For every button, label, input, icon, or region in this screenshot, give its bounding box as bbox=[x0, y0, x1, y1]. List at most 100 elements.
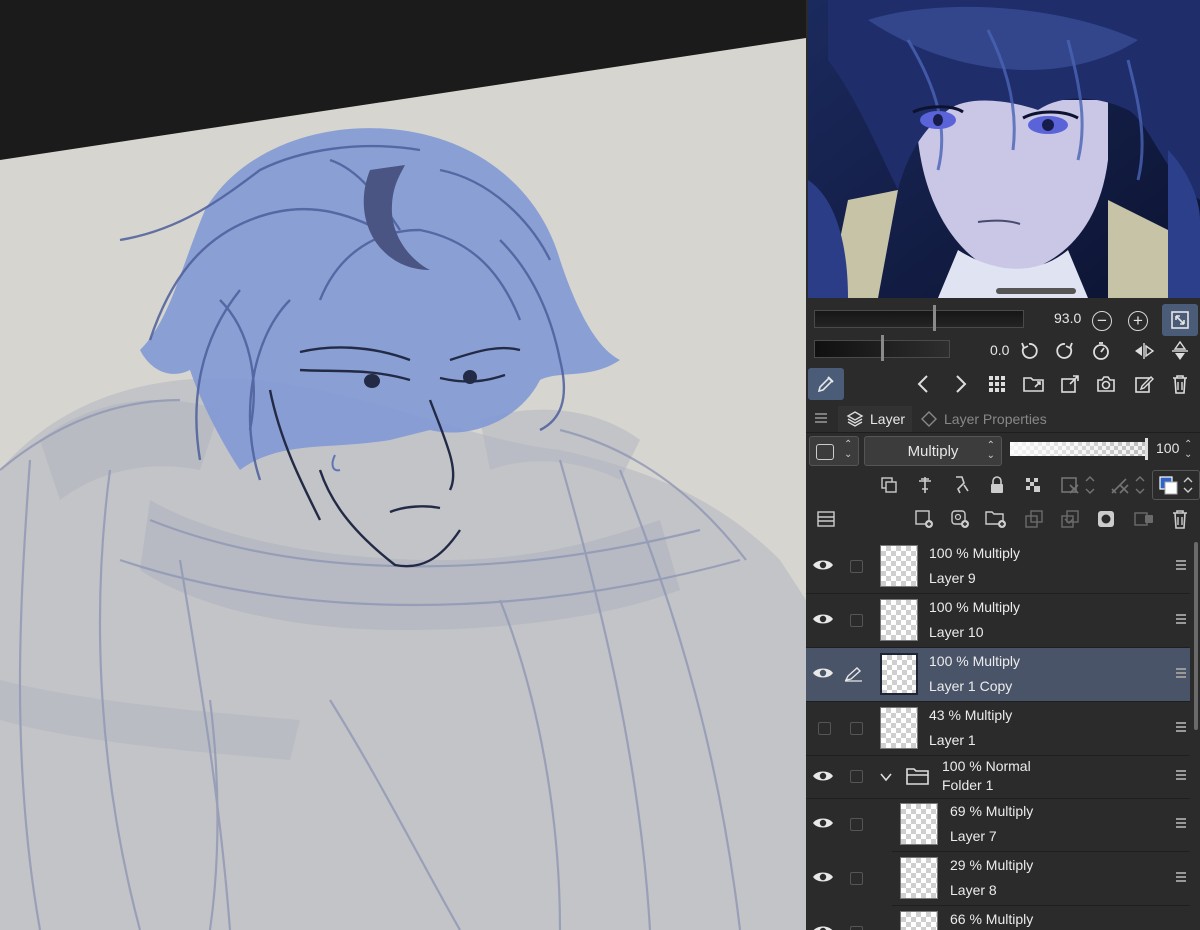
fit-view-icon[interactable] bbox=[1162, 304, 1198, 336]
create-layer-mask-icon[interactable] bbox=[1094, 508, 1118, 530]
rotate-right-icon[interactable] bbox=[1054, 340, 1076, 362]
visibility-eye-icon[interactable] bbox=[812, 923, 834, 930]
blend-mode-value: Multiply bbox=[907, 442, 959, 460]
drawing-canvas[interactable] bbox=[0, 0, 806, 930]
folder-row[interactable]: 100 % Normal Folder 1 bbox=[806, 756, 1190, 799]
clip-to-layer-below-icon[interactable] bbox=[878, 474, 900, 496]
reference-image bbox=[808, 0, 1200, 298]
zoom-slider[interactable] bbox=[814, 305, 1024, 331]
visibility-eye-icon[interactable] bbox=[812, 815, 834, 831]
open-folder-icon[interactable] bbox=[1022, 373, 1046, 395]
zoom-row: 93.0 − + bbox=[806, 304, 1200, 336]
flip-horizontal-icon[interactable] bbox=[1132, 340, 1156, 362]
layers-icon bbox=[846, 411, 864, 427]
layer-row[interactable]: 66 % Multiply bbox=[813, 906, 1190, 930]
reset-rotation-icon[interactable] bbox=[1090, 340, 1112, 362]
visibility-eye-icon[interactable] bbox=[812, 611, 834, 627]
layer-select-checkbox[interactable] bbox=[850, 560, 863, 573]
visibility-eye-icon[interactable] bbox=[812, 665, 834, 681]
new-raster-layer-icon[interactable] bbox=[912, 508, 936, 530]
grid-icon[interactable] bbox=[986, 373, 1008, 395]
navigator-scrollbar[interactable] bbox=[996, 288, 1076, 294]
visibility-eye-icon[interactable] bbox=[812, 768, 834, 784]
chevron-right-icon[interactable] bbox=[952, 373, 970, 395]
layer-info: 29 % Multiply bbox=[950, 857, 1034, 873]
palette-menu-icon[interactable] bbox=[814, 410, 828, 426]
drag-handle-icon[interactable] bbox=[1176, 818, 1186, 828]
layer-info: 100 % Normal bbox=[942, 758, 1031, 774]
apply-mask-icon[interactable] bbox=[1132, 508, 1156, 530]
layer-palette-settings-icon[interactable] bbox=[814, 508, 838, 530]
import-image-icon[interactable] bbox=[1058, 373, 1082, 395]
drag-handle-icon[interactable] bbox=[1176, 722, 1186, 732]
drag-handle-icon[interactable] bbox=[1176, 872, 1186, 882]
reference-layer-icon[interactable] bbox=[914, 474, 936, 496]
new-folder-icon[interactable] bbox=[984, 508, 1008, 530]
transfer-to-lower-layer-icon[interactable] bbox=[1022, 508, 1046, 530]
draft-layer-icon[interactable] bbox=[950, 474, 972, 496]
blend-mode-select[interactable]: Multiply ⌃ ⌄ bbox=[864, 436, 1002, 466]
rotation-slider[interactable] bbox=[814, 335, 950, 361]
opacity-stepper-icon[interactable]: ⌃ ⌄ bbox=[1184, 440, 1192, 460]
lock-layer-icon[interactable] bbox=[986, 474, 1008, 496]
opacity-slider[interactable] bbox=[1010, 438, 1148, 460]
layer-thumbnail bbox=[900, 911, 938, 930]
visibility-toggle-off[interactable] bbox=[818, 722, 831, 735]
layer-options-row bbox=[806, 470, 1200, 500]
layer-list-scrollbar[interactable] bbox=[1194, 542, 1198, 730]
delete-reference-icon[interactable] bbox=[1168, 373, 1192, 395]
new-vector-layer-icon[interactable] bbox=[948, 508, 972, 530]
combine-to-layer-below-icon[interactable] bbox=[1058, 508, 1082, 530]
visibility-eye-icon[interactable] bbox=[812, 557, 834, 573]
layer-select-checkbox[interactable] bbox=[850, 872, 863, 885]
lock-transparent-icon[interactable] bbox=[1022, 474, 1044, 496]
eyedropper-icon[interactable] bbox=[808, 368, 844, 400]
layer-properties-icon bbox=[921, 411, 937, 427]
layer-select-checkbox[interactable] bbox=[850, 614, 863, 627]
expression-color-toggle[interactable]: ⌃ ⌄ bbox=[809, 436, 859, 466]
layer-select-checkbox[interactable] bbox=[850, 770, 863, 783]
visibility-eye-icon[interactable] bbox=[812, 869, 834, 885]
layer-palette-tabs: Layer Layer Properties bbox=[806, 406, 1200, 433]
layer-thumbnail bbox=[900, 803, 938, 845]
layer-commands-row bbox=[806, 506, 1200, 534]
layer-select-checkbox[interactable] bbox=[850, 926, 863, 930]
zoom-slider-knob[interactable] bbox=[933, 305, 936, 331]
mask-toggle-icon[interactable] bbox=[1058, 474, 1098, 496]
tab-layer-properties[interactable]: Layer Properties bbox=[920, 406, 1047, 432]
edit-image-icon[interactable] bbox=[1132, 373, 1156, 395]
layer-row[interactable]: 29 % Multiply Layer 8 bbox=[813, 852, 1190, 906]
zoom-out-icon[interactable]: − bbox=[1092, 311, 1112, 331]
zoom-value: 93.0 bbox=[1054, 310, 1082, 326]
zoom-in-icon[interactable]: + bbox=[1128, 311, 1148, 331]
layer-color-icon[interactable] bbox=[1152, 470, 1200, 500]
navigator-preview[interactable] bbox=[808, 0, 1200, 298]
layer-row[interactable]: 100 % Multiply Layer 10 bbox=[806, 594, 1190, 648]
drag-handle-icon[interactable] bbox=[1176, 770, 1186, 780]
opacity-value: 100 bbox=[1156, 440, 1180, 456]
rotate-left-icon[interactable] bbox=[1018, 340, 1040, 362]
flip-vertical-icon[interactable] bbox=[1168, 340, 1192, 362]
opacity-slider-knob[interactable] bbox=[1145, 438, 1148, 460]
drag-handle-icon[interactable] bbox=[1176, 560, 1186, 570]
tab-layer[interactable]: Layer bbox=[838, 406, 912, 432]
layer-select-checkbox[interactable] bbox=[850, 818, 863, 831]
layer-list: 100 % Multiply Layer 9 100 % Multiply La… bbox=[806, 540, 1200, 930]
drag-handle-icon[interactable] bbox=[1176, 668, 1186, 678]
layer-thumbnail bbox=[880, 545, 918, 587]
layer-row[interactable]: 43 % Multiply Layer 1 bbox=[806, 702, 1190, 756]
layer-name: Layer 9 bbox=[929, 570, 976, 586]
drag-handle-icon[interactable] bbox=[1176, 614, 1186, 624]
layer-thumbnail bbox=[880, 653, 918, 695]
layer-row[interactable]: 69 % Multiply Layer 7 bbox=[813, 798, 1190, 852]
rotation-slider-knob[interactable] bbox=[881, 335, 884, 361]
camera-icon[interactable] bbox=[1094, 373, 1118, 395]
delete-layer-icon[interactable] bbox=[1168, 508, 1192, 530]
chevron-left-icon[interactable] bbox=[914, 373, 932, 395]
ruler-toggle-icon[interactable] bbox=[1108, 474, 1148, 496]
layer-row[interactable]: 100 % Multiply Layer 9 bbox=[806, 540, 1190, 594]
layer-row-selected[interactable]: 100 % Multiply Layer 1 Copy bbox=[806, 648, 1190, 702]
navigator-toolbar bbox=[806, 366, 1200, 402]
layer-select-checkbox[interactable] bbox=[850, 722, 863, 735]
chevron-down-icon[interactable] bbox=[880, 772, 892, 782]
